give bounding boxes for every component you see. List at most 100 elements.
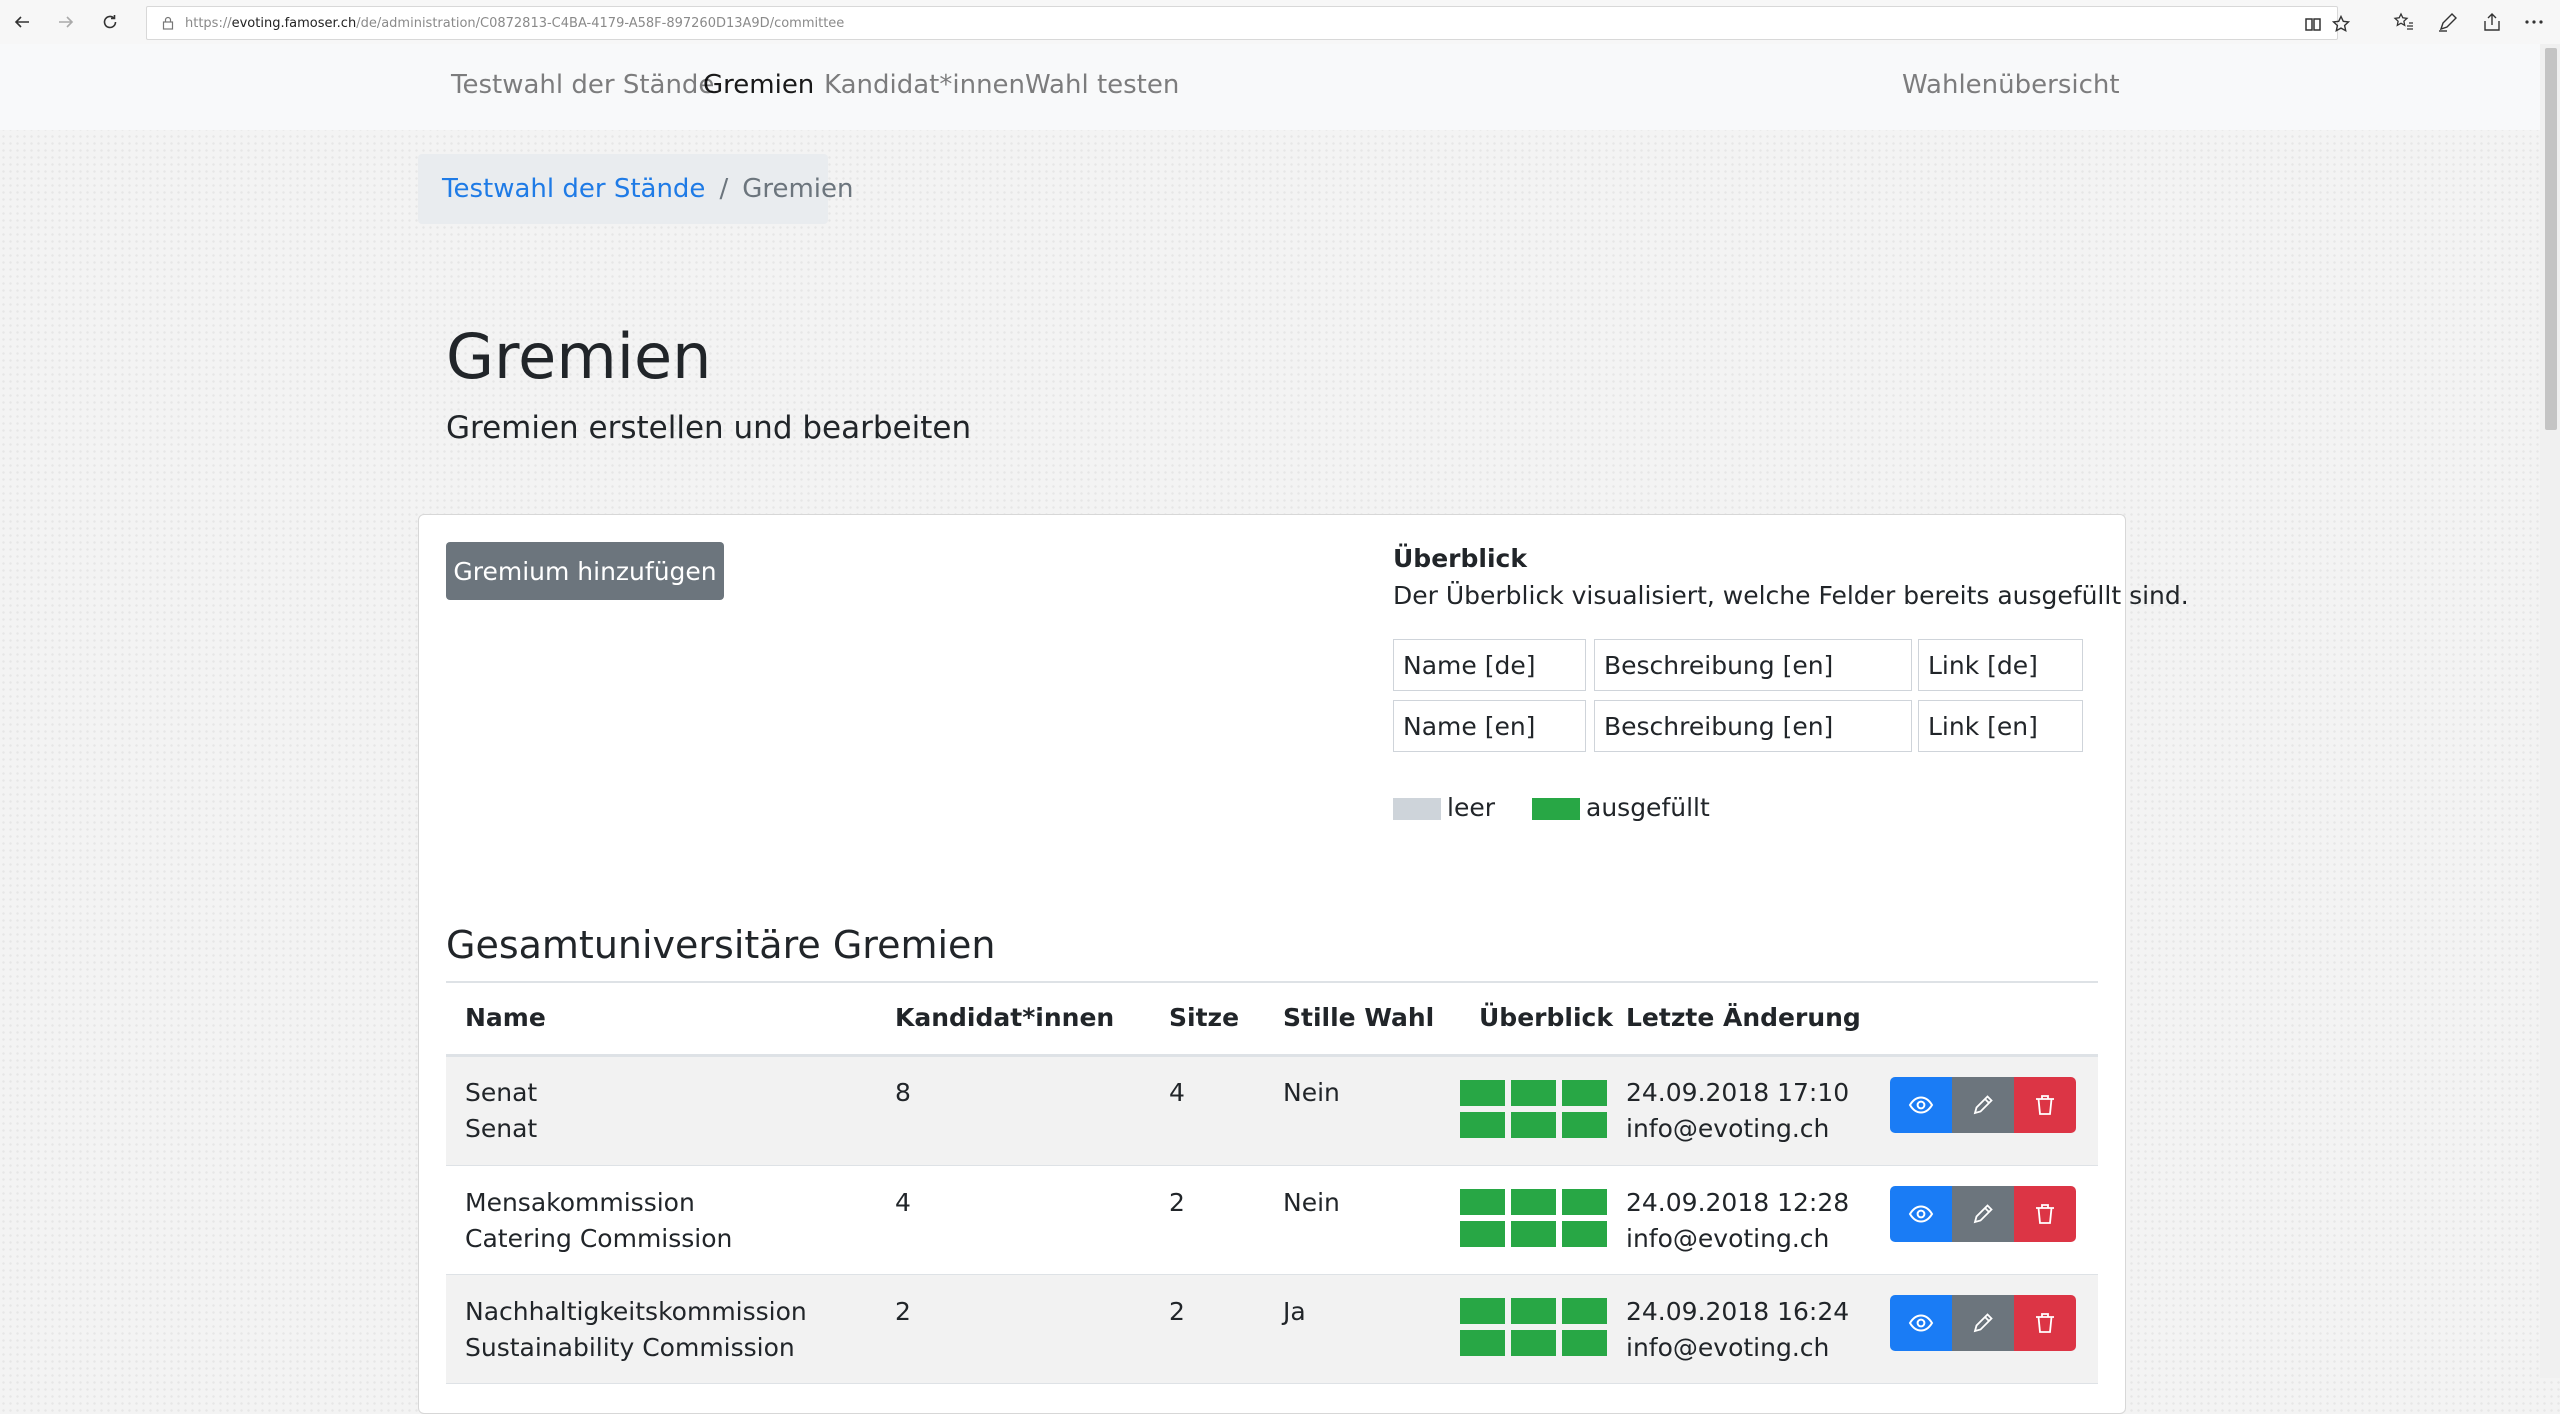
row-name: Nachhaltigkeitskommission Sustainability… [465, 1294, 807, 1366]
row-overview-indicator [1460, 1080, 1607, 1138]
nav-kandidatinnen[interactable]: Kandidat*innen [824, 70, 1025, 100]
overview-square [1562, 1189, 1607, 1215]
overview-square [1562, 1112, 1607, 1138]
row-name-de: Mensakommission [465, 1188, 695, 1217]
row-name-de: Senat [465, 1078, 538, 1107]
delete-button[interactable] [2014, 1295, 2076, 1351]
section-divider [446, 981, 2098, 983]
browser-toolbar: https://evoting.famoser.ch/de/administra… [0, 0, 2560, 45]
nav-gremien[interactable]: Gremien [703, 70, 814, 100]
row-action-buttons [1890, 1186, 2076, 1242]
view-button[interactable] [1890, 1295, 1952, 1351]
nav-testwahl[interactable]: Testwahl der Stände [451, 70, 714, 100]
view-button[interactable] [1890, 1077, 1952, 1133]
row-candidates: 8 [895, 1078, 911, 1107]
row-seats: 4 [1169, 1078, 1185, 1107]
row-last-change-date: 24.09.2018 16:24 [1626, 1297, 1850, 1326]
overview-square [1511, 1221, 1556, 1247]
back-arrow-icon[interactable] [8, 8, 36, 36]
legend-swatch-empty [1393, 798, 1441, 820]
lock-icon [162, 16, 174, 30]
overview-square [1460, 1112, 1505, 1138]
row-overview-indicator [1460, 1189, 1607, 1247]
pen-notes-icon[interactable] [2436, 10, 2460, 34]
forward-arrow-icon[interactable] [52, 8, 80, 36]
nav-wahl-testen[interactable]: Wahl testen [1025, 70, 1179, 100]
row-overview-indicator [1460, 1298, 1607, 1356]
overview-square [1460, 1189, 1505, 1215]
overview-field-description-2: Beschreibung [en] [1594, 700, 1912, 752]
row-last-change: 24.09.2018 16:24 info@evoting.ch [1626, 1294, 1849, 1366]
overview-square [1562, 1221, 1607, 1247]
row-candidates: 2 [895, 1297, 911, 1326]
breadcrumb-parent-link[interactable]: Testwahl der Stände [442, 174, 705, 204]
url-text: https://evoting.famoser.ch/de/administra… [185, 15, 845, 31]
row-name: Senat Senat [465, 1075, 537, 1147]
row-last-change-date: 24.09.2018 12:28 [1626, 1188, 1850, 1217]
overview-square [1460, 1298, 1505, 1324]
add-committee-button[interactable]: Gremium hinzufügen [446, 542, 724, 600]
row-name-en: Sustainability Commission [465, 1333, 795, 1362]
overview-field-name-de: Name [de] [1393, 639, 1586, 691]
overview-field-link-de: Link [de] [1918, 639, 2083, 691]
delete-button[interactable] [2014, 1186, 2076, 1242]
edit-button[interactable] [1952, 1077, 2014, 1133]
overview-square [1511, 1330, 1556, 1356]
overview-field-description-1: Beschreibung [en] [1594, 639, 1912, 691]
overview-field-link-en: Link [en] [1918, 700, 2083, 752]
row-last-change-user: info@evoting.ch [1626, 1224, 1830, 1253]
overview-square [1460, 1221, 1505, 1247]
nav-wahlenuebersicht[interactable]: Wahlenübersicht [1902, 70, 2120, 100]
eye-icon [1908, 1314, 1934, 1332]
refresh-icon[interactable] [96, 8, 124, 36]
delete-button[interactable] [2014, 1077, 2076, 1133]
address-bar[interactable]: https://evoting.famoser.ch/de/administra… [146, 6, 2351, 40]
table-row [446, 1057, 2098, 1166]
row-last-change-user: info@evoting.ch [1626, 1333, 1830, 1362]
view-button[interactable] [1890, 1186, 1952, 1242]
eye-icon [1908, 1096, 1934, 1114]
legend-label-empty: leer [1447, 793, 1495, 822]
overview-square [1511, 1112, 1556, 1138]
row-action-buttons [1890, 1077, 2076, 1133]
row-seats: 2 [1169, 1188, 1185, 1217]
pencil-icon [1973, 1204, 1993, 1224]
pencil-icon [1973, 1313, 1993, 1333]
overview-square [1562, 1298, 1607, 1324]
breadcrumb: Testwahl der Stände / Gremien [418, 154, 854, 224]
trash-icon [2036, 1095, 2054, 1115]
row-name-de: Nachhaltigkeitskommission [465, 1297, 807, 1326]
edit-button[interactable] [1952, 1186, 2014, 1242]
reading-view-icon[interactable] [2303, 14, 2323, 34]
row-silent-election: Ja [1283, 1297, 1306, 1326]
row-candidates: 4 [895, 1188, 911, 1217]
row-silent-election: Nein [1283, 1188, 1340, 1217]
overview-square [1460, 1080, 1505, 1106]
overview-title: Überblick [1393, 544, 1527, 573]
legend-label-filled: ausgefüllt [1586, 793, 1710, 822]
overview-square [1460, 1330, 1505, 1356]
row-seats: 2 [1169, 1297, 1185, 1326]
overview-square [1511, 1080, 1556, 1106]
overview-description: Der Überblick visualisiert, welche Felde… [1393, 581, 2189, 610]
row-last-change-user: info@evoting.ch [1626, 1114, 1830, 1143]
breadcrumb-separator: / [719, 174, 729, 204]
scrollbar-thumb[interactable] [2545, 48, 2557, 430]
pencil-icon [1973, 1095, 1993, 1115]
eye-icon [1908, 1205, 1934, 1223]
favorite-star-icon[interactable] [2331, 14, 2351, 34]
column-header-candidates: Kandidat*innen [895, 1003, 1115, 1032]
favorites-list-icon[interactable] [2392, 10, 2416, 34]
row-name-en: Senat [465, 1114, 538, 1143]
edit-button[interactable] [1952, 1295, 2014, 1351]
trash-icon [2036, 1204, 2054, 1224]
row-silent-election: Nein [1283, 1078, 1340, 1107]
overview-square [1562, 1080, 1607, 1106]
share-icon[interactable] [2480, 10, 2504, 34]
column-header-overview: Überblick [1479, 1003, 1613, 1032]
page-title: Gremien [446, 320, 712, 393]
row-last-change: 24.09.2018 12:28 info@evoting.ch [1626, 1185, 1849, 1257]
more-menu-icon[interactable] [2522, 10, 2546, 34]
column-header-last-change: Letzte Änderung [1626, 1003, 1861, 1032]
column-header-seats: Sitze [1169, 1003, 1240, 1032]
